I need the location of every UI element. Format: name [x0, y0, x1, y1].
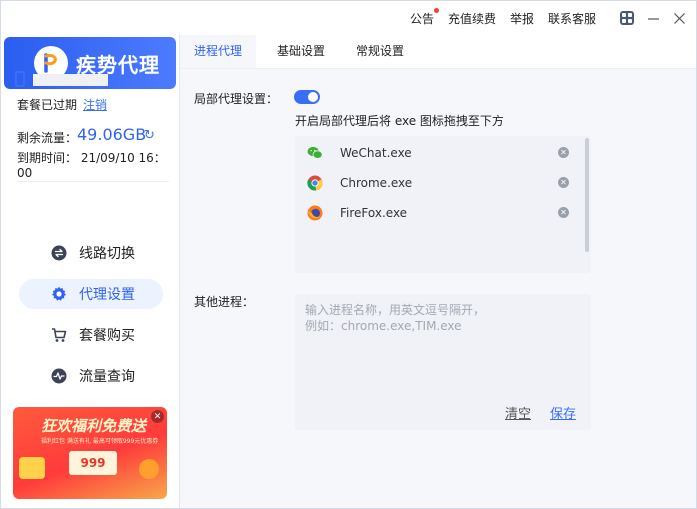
- list-item[interactable]: WeChat.exe ✕: [295, 138, 583, 168]
- nav-label: 代理设置: [79, 287, 135, 303]
- local-proxy-label: 局部代理设置：: [194, 92, 279, 106]
- account-phone-masked: [33, 74, 108, 86]
- local-proxy-toggle[interactable]: [294, 90, 320, 104]
- tab-bar: 进程代理 基础设置 常规设置: [180, 35, 696, 69]
- sidebar-divider: [17, 181, 169, 182]
- minimize-button[interactable]: [644, 9, 662, 27]
- tab-process-proxy[interactable]: 进程代理: [180, 35, 256, 68]
- process-name: Chrome.exe: [340, 176, 413, 190]
- nav-item-plan-purchase[interactable]: 套餐购买: [19, 320, 163, 350]
- tab-basic-settings[interactable]: 基础设置: [277, 35, 325, 68]
- title-bar: 公告 充值续费 举报 联系客服: [1, 1, 696, 35]
- remove-process-button[interactable]: ✕: [558, 207, 569, 218]
- drag-hint: 开启局部代理后将 exe 图标拖拽至下方: [295, 114, 504, 128]
- red-envelope-icon: [139, 459, 159, 479]
- other-process-label: 其他进程：: [194, 295, 255, 309]
- minimize-icon: [647, 17, 659, 20]
- remove-process-button[interactable]: ✕: [558, 177, 569, 188]
- gift-box-icon: [19, 457, 45, 479]
- gear-icon: [51, 286, 67, 302]
- nav-item-flow-query[interactable]: 流量查询: [19, 361, 163, 391]
- nav-item-proxy-settings[interactable]: 代理设置: [19, 279, 163, 309]
- process-name: WeChat.exe: [340, 146, 412, 160]
- app-window: 公告 充值续费 举报 联系客服 疾势代理 套餐已过期 注销 剩余流量： 49.0…: [0, 0, 697, 509]
- clear-button[interactable]: 清空: [505, 403, 531, 422]
- close-icon: [673, 12, 685, 24]
- process-list: WeChat.exe ✕ Chrome.exe ✕ FireFox.exe ✕: [295, 136, 591, 273]
- top-actions: 公告 充值续费 举报 联系客服: [410, 1, 688, 35]
- announcement-label: 公告: [409, 11, 434, 26]
- logout-link[interactable]: 注销: [83, 96, 107, 113]
- recharge-link[interactable]: 充值续费: [448, 10, 496, 27]
- other-process-panel: 清空 保存: [295, 294, 591, 430]
- close-button[interactable]: [670, 9, 688, 27]
- pulse-icon: [51, 368, 67, 384]
- notification-dot: [433, 7, 439, 13]
- firefox-icon: [307, 205, 323, 221]
- process-name: FireFox.exe: [340, 206, 408, 220]
- toggle-knob: [308, 92, 318, 102]
- cart-icon: [51, 327, 67, 343]
- switch-icon: [51, 245, 67, 261]
- refresh-icon[interactable]: ↻: [144, 128, 155, 143]
- nav-item-route-switch[interactable]: 线路切换: [19, 238, 163, 268]
- nav-label: 流量查询: [79, 369, 135, 385]
- wechat-icon: [307, 145, 323, 161]
- nav-label: 线路切换: [79, 246, 135, 262]
- promo-subtitle: 福利红包 满送有礼 最高可领取999元优惠券: [41, 438, 159, 445]
- apps-grid-button[interactable]: [618, 9, 636, 27]
- save-button[interactable]: 保存: [550, 403, 576, 422]
- remaining-flow-label: 剩余流量：: [17, 131, 78, 145]
- contact-support-link[interactable]: 联系客服: [548, 10, 596, 27]
- list-item[interactable]: Chrome.exe ✕: [295, 168, 583, 198]
- tab-general-settings[interactable]: 常规设置: [356, 35, 404, 68]
- promo-close-button[interactable]: ✕: [151, 410, 164, 423]
- announcement-link[interactable]: 公告: [409, 7, 439, 27]
- report-link[interactable]: 举报: [510, 10, 534, 27]
- plan-status: 套餐已过期: [17, 98, 78, 112]
- nav-label: 套餐购买: [79, 328, 135, 344]
- remaining-flow-value: 49.06GB: [77, 125, 147, 144]
- list-item[interactable]: FireFox.exe ✕: [295, 198, 583, 228]
- grid-icon: [620, 11, 634, 25]
- promo-title: 狂欢福利免费送: [41, 417, 147, 435]
- promo-coupon: 999: [69, 451, 117, 475]
- remove-process-button[interactable]: ✕: [558, 147, 569, 158]
- promo-banner[interactable]: 狂欢福利免费送 福利红包 满送有礼 最高可领取999元优惠券 999 ✕: [13, 407, 167, 499]
- other-process-input[interactable]: [305, 302, 581, 352]
- sidebar: 疾势代理 套餐已过期 注销 剩余流量： 49.06GB ↻ 到期时间： 21/0…: [1, 35, 180, 508]
- chrome-icon: [307, 175, 323, 191]
- phone-icon: [15, 71, 25, 87]
- expire-time: 到期时间： 21/09/10 16：00: [17, 151, 166, 180]
- process-list-scrollbar[interactable]: [585, 138, 589, 252]
